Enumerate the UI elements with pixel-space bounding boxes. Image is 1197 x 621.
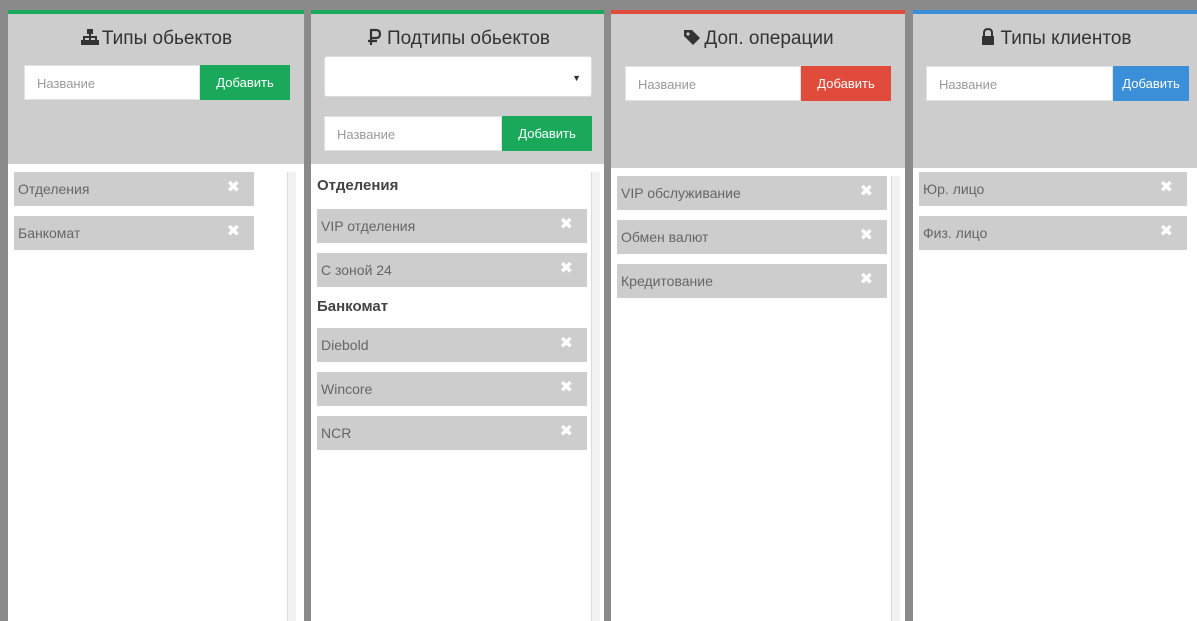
list-item: Отделения ✖	[14, 172, 254, 206]
ruble-icon	[367, 28, 382, 45]
panel-object-subtypes: Подтипы обьектов ▼ Название Добавить Отд…	[311, 10, 604, 621]
panel-title-text: Типы обьектов	[101, 28, 233, 49]
scrollbar[interactable]	[891, 176, 900, 621]
add-client-type-button[interactable]: Добавить	[1113, 66, 1189, 101]
list-item: С зоной 24 ✖	[317, 253, 587, 287]
panel-title: Типы клиентов	[913, 28, 1197, 50]
list-item-label: Кредитование	[621, 273, 713, 289]
list-item-label: NCR	[321, 425, 352, 441]
client-type-name-input[interactable]: Название	[926, 66, 1113, 101]
add-operation-form: Название Добавить	[625, 66, 891, 101]
list-item-label: Отделения	[18, 181, 90, 197]
panel-title-text: Подтипы обьектов	[386, 28, 551, 49]
list-item: VIP обслуживание ✖	[617, 176, 887, 210]
panel-client-types: Типы клиентов Название Добавить Юр. лицо…	[913, 10, 1197, 621]
list-item: Diebold ✖	[317, 328, 587, 362]
object-type-name-input[interactable]: Название	[24, 65, 200, 100]
caret-down-icon: ▼	[572, 73, 581, 83]
list-item-label: Юр. лицо	[923, 181, 985, 197]
list-item-label: Банкомат	[18, 225, 81, 241]
subtype-group-heading: Банкомат	[317, 298, 389, 315]
panel-title-text: Типы клиентов	[1000, 28, 1132, 49]
list-item-label: VIP отделения	[321, 218, 416, 234]
add-subtype-form: Название Добавить	[324, 116, 592, 151]
parent-type-select[interactable]: ▼	[324, 56, 592, 97]
sitemap-icon	[80, 29, 99, 45]
operation-name-input[interactable]: Название	[625, 66, 801, 101]
add-object-type-button[interactable]: Добавить	[200, 65, 290, 100]
list-item-label: VIP обслуживание	[621, 185, 741, 201]
scrollbar[interactable]	[287, 172, 296, 621]
add-client-type-form: Название Добавить	[926, 66, 1189, 101]
remove-icon[interactable]: ✖	[560, 424, 573, 440]
panel-title: Доп. операции	[611, 28, 905, 50]
tag-icon	[684, 30, 701, 45]
add-operation-button[interactable]: Добавить	[801, 66, 891, 101]
remove-icon[interactable]: ✖	[860, 184, 873, 200]
remove-icon[interactable]: ✖	[860, 228, 873, 244]
list-item-label: Diebold	[321, 337, 369, 353]
subtype-group-heading: Отделения	[317, 177, 399, 194]
subtype-name-input[interactable]: Название	[324, 116, 502, 151]
list-item: Банкомат ✖	[14, 216, 254, 250]
list-item: Обмен валют ✖	[617, 220, 887, 254]
list-item-label: Wincore	[321, 381, 373, 397]
panel-title: Подтипы обьектов	[311, 28, 604, 50]
list-item-label: С зоной 24	[321, 262, 392, 278]
list-item-label: Физ. лицо	[923, 225, 988, 241]
remove-icon[interactable]: ✖	[560, 261, 573, 277]
list-item: Физ. лицо ✖	[919, 216, 1187, 250]
remove-icon[interactable]: ✖	[560, 217, 573, 233]
list-item: Кредитование ✖	[617, 264, 887, 298]
panel-object-types: Типы обьектов Название Добавить Отделени…	[8, 10, 304, 621]
list-item: VIP отделения ✖	[317, 209, 587, 243]
add-object-type-form: Название Добавить	[24, 65, 290, 100]
remove-icon[interactable]: ✖	[860, 272, 873, 288]
list-item-label: Обмен валют	[621, 229, 709, 245]
list-item: Wincore ✖	[317, 372, 587, 406]
remove-icon[interactable]: ✖	[560, 336, 573, 352]
remove-icon[interactable]: ✖	[227, 180, 240, 196]
list-item: NCR ✖	[317, 416, 587, 450]
list-item: Юр. лицо ✖	[919, 172, 1187, 206]
add-subtype-button[interactable]: Добавить	[502, 116, 592, 151]
remove-icon[interactable]: ✖	[1160, 224, 1173, 240]
remove-icon[interactable]: ✖	[227, 224, 240, 240]
lock-icon	[982, 28, 995, 45]
scrollbar[interactable]	[591, 172, 600, 621]
remove-icon[interactable]: ✖	[560, 380, 573, 396]
panel-title-text: Доп. операции	[704, 28, 834, 49]
panel-extra-operations: Доп. операции Название Добавить VIP обсл…	[611, 10, 905, 621]
remove-icon[interactable]: ✖	[1160, 180, 1173, 196]
panel-title: Типы обьектов	[8, 28, 304, 50]
